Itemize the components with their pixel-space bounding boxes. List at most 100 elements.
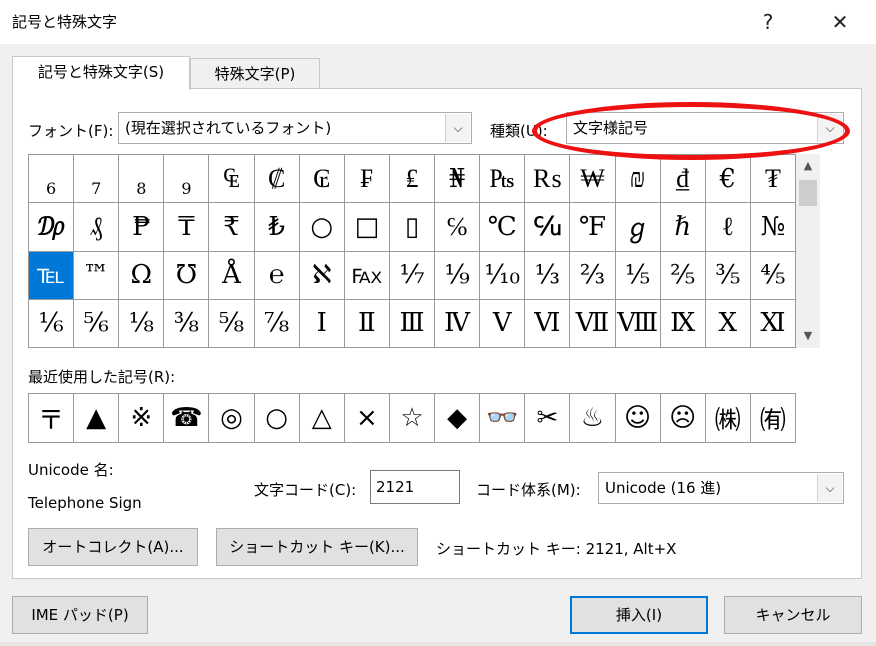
recent-symbol-cell[interactable]: ☺ xyxy=(615,394,661,443)
symbol-cell[interactable]: ℆ xyxy=(525,203,571,252)
symbol-cell[interactable]: ₨ xyxy=(525,155,571,204)
scrollbar-thumb[interactable] xyxy=(799,180,817,206)
symbol-cell[interactable]: Ⅵ xyxy=(525,299,571,348)
symbol-cell[interactable]: Ⅳ xyxy=(435,299,481,348)
symbol-cell[interactable]: ₡ xyxy=(254,155,300,204)
symbol-cell[interactable]: Ⅶ xyxy=(570,299,616,348)
symbol-grid-scrollbar[interactable]: ▲ ▼ xyxy=(796,154,820,348)
recent-symbol-cell[interactable]: 👓 xyxy=(480,394,526,443)
symbol-cell[interactable]: ⅞ xyxy=(254,299,300,348)
char-code-input[interactable]: 2121 xyxy=(370,470,460,504)
symbol-cell[interactable]: Ⅺ xyxy=(750,299,796,348)
recent-symbol-cell[interactable]: ◆ xyxy=(435,394,481,443)
symbol-cell[interactable]: Ω xyxy=(119,251,165,300)
symbol-cell[interactable]: ⅕ xyxy=(615,251,661,300)
symbol-cell[interactable]: ⅘ xyxy=(750,251,796,300)
symbol-cell[interactable]: ℉ xyxy=(570,203,616,252)
cancel-button[interactable]: キャンセル xyxy=(724,596,862,634)
symbol-cell[interactable]: ℧ xyxy=(164,251,210,300)
symbol-cell[interactable]: Ⅷ xyxy=(615,299,661,348)
symbol-cell[interactable]: ₩ xyxy=(570,155,616,204)
symbol-cell[interactable]: Ⅹ xyxy=(705,299,751,348)
recent-symbol-cell[interactable]: ✂ xyxy=(525,394,571,443)
symbol-cell[interactable]: ○ xyxy=(299,203,345,252)
close-icon[interactable]: ✕ xyxy=(820,4,860,40)
shortcut-key-button[interactable]: ショートカット キー(K)... xyxy=(216,528,418,566)
symbol-cell[interactable]: ⅔ xyxy=(570,251,616,300)
recent-symbol-cell[interactable]: ☆ xyxy=(389,394,436,443)
symbol-cell[interactable]: Ⅴ xyxy=(480,299,526,348)
recent-symbol-cell[interactable]: ☹ xyxy=(660,394,706,443)
symbol-cell[interactable]: Ⅸ xyxy=(660,299,706,348)
symbol-cell[interactable]: ⅓ xyxy=(525,251,571,300)
recent-symbol-cell[interactable]: ※ xyxy=(119,394,165,443)
symbol-cell[interactable]: ₹ xyxy=(209,203,255,252)
symbol-cell[interactable]: ₯ xyxy=(29,203,75,252)
symbol-cell[interactable]: ₪ xyxy=(615,155,661,204)
symbol-cell[interactable]: ⅙ xyxy=(29,299,75,348)
question-mark-icon[interactable]: ? xyxy=(748,4,788,40)
symbol-cell[interactable]: ⅗ xyxy=(705,251,751,300)
symbol-cell[interactable]: □ xyxy=(344,203,390,252)
symbol-cell[interactable]: ⅚ xyxy=(74,299,120,348)
chevron-down-icon[interactable]: ⌵ xyxy=(817,474,842,502)
recent-symbol-cell[interactable]: ◎ xyxy=(209,394,255,443)
symbol-cell[interactable]: № xyxy=(750,203,796,252)
chevron-down-icon[interactable]: ⌵ xyxy=(445,114,470,142)
symbol-cell[interactable]: ℓ xyxy=(705,203,751,252)
symbol-cell[interactable]: ℊ xyxy=(615,203,661,252)
symbol-cell[interactable]: ₱ xyxy=(119,203,165,252)
symbol-cell[interactable]: ℃ xyxy=(480,203,526,252)
symbol-cell[interactable]: ⅛ xyxy=(119,299,165,348)
font-dropdown[interactable]: (現在選択されているフォント) ⌵ xyxy=(118,112,472,144)
symbol-cell[interactable]: ℏ xyxy=(660,203,706,252)
symbol-cell[interactable]: ₢ xyxy=(299,155,345,204)
symbol-cell[interactable]: ₧ xyxy=(480,155,526,204)
symbol-cell[interactable]: ⅑ xyxy=(435,251,481,300)
symbol-cell[interactable]: ₦ xyxy=(435,155,481,204)
symbol-cell[interactable]: ₺ xyxy=(254,203,300,252)
symbol-cell[interactable]: Ⅲ xyxy=(389,299,436,348)
recent-symbol-cell[interactable]: ▲ xyxy=(74,394,120,443)
symbol-cell[interactable]: ₠ xyxy=(209,155,255,204)
symbol-cell[interactable]: ™ xyxy=(74,251,120,300)
recent-symbol-cell[interactable]: △ xyxy=(299,394,345,443)
recent-symbol-cell[interactable]: ㈲ xyxy=(750,394,796,443)
recent-symbol-cell[interactable]: 〒 xyxy=(29,394,75,443)
symbol-cell[interactable]: ₤ xyxy=(389,155,436,204)
symbol-cell[interactable]: ℵ xyxy=(299,251,345,300)
symbol-cell[interactable]: ⅖ xyxy=(660,251,706,300)
symbol-cell[interactable]: ⅒ xyxy=(480,251,526,300)
symbol-cell[interactable]: ⅐ xyxy=(389,251,436,300)
symbol-cell[interactable]: Ⅱ xyxy=(344,299,390,348)
recent-symbol-cell[interactable]: ○ xyxy=(254,394,300,443)
insert-button[interactable]: 挿入(I) xyxy=(570,596,708,634)
code-system-dropdown[interactable]: Unicode (16 進) ⌵ xyxy=(598,472,844,504)
symbol-cell[interactable]: 9 xyxy=(164,155,210,204)
symbol-cell[interactable]: Å xyxy=(209,251,255,300)
symbol-cell[interactable]: 7 xyxy=(74,155,120,204)
symbol-cell[interactable]: ₣ xyxy=(344,155,390,204)
symbol-cell[interactable]: ℅ xyxy=(435,203,481,252)
symbol-cell[interactable]: ₸ xyxy=(164,203,210,252)
symbol-cell[interactable]: ℻ xyxy=(344,251,390,300)
tab-special-characters[interactable]: 特殊文字(P) xyxy=(190,58,320,90)
symbol-cell[interactable]: ₰ xyxy=(74,203,120,252)
symbol-cell[interactable]: ℮ xyxy=(254,251,300,300)
ime-pad-button[interactable]: IME パッド(P) xyxy=(12,596,148,634)
symbol-cell[interactable]: 6 xyxy=(29,155,75,204)
scroll-down-icon[interactable]: ▼ xyxy=(796,324,820,348)
symbol-cell[interactable]: ▯ xyxy=(389,203,436,252)
symbol-cell[interactable]: ₮ xyxy=(750,155,796,204)
symbol-cell[interactable]: 8 xyxy=(119,155,165,204)
recent-symbol-cell[interactable]: ㈱ xyxy=(705,394,751,443)
recent-symbol-cell[interactable]: ♨ xyxy=(570,394,616,443)
tab-symbols[interactable]: 記号と特殊文字(S) xyxy=(12,56,190,90)
recent-symbol-cell[interactable]: ☎ xyxy=(164,394,210,443)
autocorrect-button[interactable]: オートコレクト(A)... xyxy=(28,528,198,566)
symbol-cell[interactable]: ⅝ xyxy=(209,299,255,348)
scroll-up-icon[interactable]: ▲ xyxy=(796,154,820,178)
symbol-cell[interactable]: Ⅰ xyxy=(299,299,345,348)
recent-symbol-cell[interactable]: × xyxy=(344,394,390,443)
symbol-cell[interactable]: ⅜ xyxy=(164,299,210,348)
